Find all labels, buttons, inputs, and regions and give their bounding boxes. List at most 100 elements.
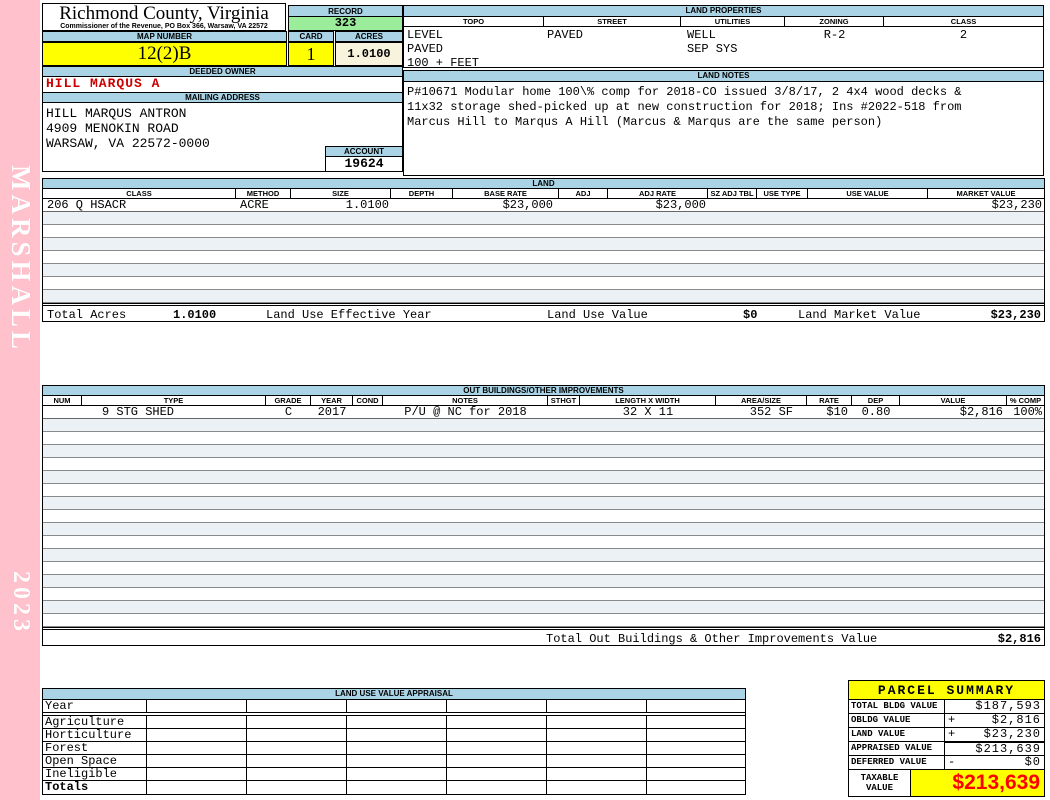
land-use-appraisal-table: LAND USE VALUE APPRAISAL Year Agricultur… <box>42 688 746 795</box>
address-line-2: 4909 MENOKIN ROAD <box>46 121 179 136</box>
col-land-base-rate: BASE RATE <box>453 189 559 198</box>
col-class: CLASS <box>950 17 977 26</box>
utilities-value: WELL <box>687 28 716 42</box>
land-use-value-label: Land Use Value <box>547 308 648 322</box>
ps-value-total-bldg: $187,593 <box>975 699 1041 713</box>
ob-empty-row <box>43 497 1044 510</box>
ps-value-deferred: $0 <box>1024 755 1041 769</box>
utilities-value-3 <box>681 56 785 70</box>
land-properties-header-row: TOPO STREET UTILITIES ZONING CLASS <box>404 17 1043 27</box>
luva-cell <box>347 700 447 712</box>
luva-cell <box>347 742 447 754</box>
land-notes-line-2: 11x32 storage shed-picked up at new cons… <box>407 100 962 114</box>
luva-cell <box>147 768 247 780</box>
luva-row-forest: Forest <box>43 742 745 755</box>
col-land-use-value: USE VALUE <box>808 189 928 198</box>
luva-cell <box>347 781 447 794</box>
land-empty-row <box>43 225 1044 238</box>
ps-op-appraised <box>945 743 957 755</box>
luva-cell <box>247 742 347 754</box>
luva-cell <box>447 700 547 712</box>
address-line-1: HILL MARQUS ANTRON <box>46 106 187 121</box>
land-empty-row <box>43 251 1044 264</box>
land-adj-cell <box>559 199 608 212</box>
ps-taxable-word-2: VALUE <box>865 783 893 793</box>
col-ob-length-width: LENGTH X WIDTH <box>580 396 716 405</box>
luva-cell <box>247 729 347 741</box>
luva-row-agriculture: Agriculture <box>43 716 745 729</box>
luva-cell <box>447 716 547 728</box>
ob-empty-row <box>43 471 1044 484</box>
luva-label-forest: Forest <box>43 742 147 754</box>
class-value-2 <box>884 42 1043 56</box>
topo-value-3: 100 + FEET <box>407 56 480 70</box>
land-empty-row <box>43 238 1044 251</box>
ps-label-total-bldg: TOTAL BLDG VALUE <box>849 700 945 713</box>
land-use-type-cell <box>757 199 808 212</box>
ob-num-cell <box>43 406 82 419</box>
col-land-depth: DEPTH <box>391 189 453 198</box>
luva-cell <box>247 755 347 767</box>
ps-value-land: $23,230 <box>983 727 1041 741</box>
ob-empty-row <box>43 445 1044 458</box>
ps-value-appraised: $213,639 <box>975 742 1041 756</box>
luva-cell <box>647 716 745 728</box>
luva-cell <box>647 781 745 794</box>
luva-cell <box>247 700 347 712</box>
ob-empty-row <box>43 458 1044 471</box>
ps-label-taxable: TAXABLE VALUE <box>849 770 911 796</box>
luva-label-ineligible: Ineligible <box>43 768 147 780</box>
street-value-3 <box>544 56 681 70</box>
ob-empty-row <box>43 419 1044 432</box>
ps-op-land: + <box>948 727 956 741</box>
luva-cell <box>247 781 347 794</box>
ps-row-obldg: OBLDG VALUE + $2,816 <box>849 714 1044 728</box>
ob-sthgt-cell <box>548 406 580 419</box>
luva-cell <box>147 700 247 712</box>
total-acres-label: Total Acres <box>47 308 127 322</box>
account-value: 19624 <box>325 157 403 172</box>
out-buildings-header: NUM TYPE GRADE YEAR COND NOTES STHGT LEN… <box>43 396 1044 406</box>
binder-strip: MARSHALL 2023 <box>0 0 40 800</box>
luva-row-horticulture: Horticulture <box>43 729 745 742</box>
land-method-cell: ACRE <box>240 198 269 212</box>
topo-value-2: PAVED <box>407 42 444 56</box>
land-market-value-cell: $23,230 <box>991 198 1042 212</box>
col-land-adj-rate: ADJ RATE <box>608 189 708 198</box>
ps-value-obldg: $2,816 <box>991 713 1041 727</box>
ob-notes-cell: P/U @ NC for 2018 <box>404 405 527 419</box>
ob-cond-cell <box>353 406 383 419</box>
land-depth-cell <box>391 199 453 212</box>
topo-value: LEVEL <box>407 28 444 42</box>
ob-empty-row <box>43 510 1044 523</box>
luva-label-open-space: Open Space <box>43 755 147 767</box>
luva-cell <box>647 755 745 767</box>
ob-grade-cell: C <box>284 405 293 419</box>
luva-label-horticulture: Horticulture <box>43 729 147 741</box>
zoning-value-2 <box>785 42 884 56</box>
street-value-2 <box>544 42 681 56</box>
land-use-appraisal-title: LAND USE VALUE APPRAISAL <box>43 689 745 700</box>
luva-cell <box>547 729 647 741</box>
col-ob-value: VALUE <box>900 396 1007 405</box>
col-ob-type: TYPE <box>82 396 266 405</box>
ob-empty-row <box>43 614 1044 627</box>
utilities-value-2: SEP SYS <box>687 42 738 56</box>
ob-empty-row <box>43 562 1044 575</box>
luva-cell <box>447 768 547 780</box>
ob-value-cell: $2,816 <box>959 405 1003 419</box>
out-buildings-table: OUT BUILDINGS/OTHER IMPROVEMENTS NUM TYP… <box>42 385 1045 646</box>
col-land-size: SIZE <box>291 189 391 198</box>
acres-value: 1.0100 <box>335 42 403 66</box>
ps-row-taxable: TAXABLE VALUE $213,639 <box>849 770 1044 796</box>
luva-cell <box>547 742 647 754</box>
col-street: STREET <box>544 17 681 26</box>
land-notes-text: P#10671 Modular home 100\% comp for 2018… <box>404 82 1043 130</box>
col-zoning: ZONING <box>785 17 884 26</box>
land-empty-row <box>43 212 1044 225</box>
luva-cell <box>347 729 447 741</box>
luva-row-year: Year <box>43 700 745 713</box>
col-utilities: UTILITIES <box>681 17 785 26</box>
luva-cell <box>547 768 647 780</box>
luva-cell <box>347 755 447 767</box>
